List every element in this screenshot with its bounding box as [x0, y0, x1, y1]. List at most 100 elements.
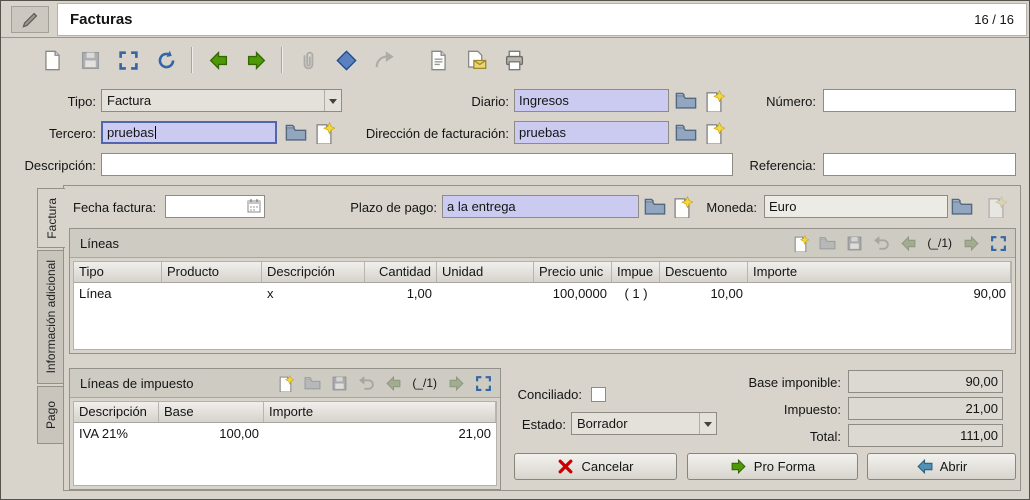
line-previous-icon[interactable]: [897, 232, 919, 254]
tax-save-icon[interactable]: [328, 372, 350, 394]
toolbar-separator: [191, 47, 193, 73]
lines-title: Líneas: [80, 235, 120, 251]
switch-view-icon[interactable]: [115, 47, 141, 73]
new-icon[interactable]: [39, 47, 65, 73]
col-descuento[interactable]: Descuento: [660, 262, 748, 282]
tercero-open-icon[interactable]: [285, 122, 307, 144]
title-bar: Facturas 16 / 16: [1, 1, 1029, 38]
line-pager[interactable]: (_/1): [924, 236, 955, 250]
line-open-icon[interactable]: [816, 232, 838, 254]
tax-next-icon[interactable]: [445, 372, 467, 394]
direccion-open-icon[interactable]: [675, 122, 697, 144]
print-icon[interactable]: [501, 47, 527, 73]
email-icon[interactable]: [463, 47, 489, 73]
lines-table-header: Tipo Producto Descripción Cantidad Unida…: [74, 262, 1011, 283]
moneda-input[interactable]: Euro: [764, 195, 948, 218]
record-counter: 16 / 16: [974, 12, 1014, 27]
abrir-button[interactable]: Abrir: [867, 453, 1016, 480]
tax-expand-icon[interactable]: [472, 372, 494, 394]
toolbar-separator: [281, 47, 283, 73]
col-tipo[interactable]: Tipo: [74, 262, 162, 282]
line-new-icon[interactable]: [789, 232, 811, 254]
diario-new-icon[interactable]: [703, 90, 725, 112]
tercero-new-icon[interactable]: [313, 122, 335, 144]
plazo-label: Plazo de pago:: [350, 200, 437, 215]
estado-value: Borrador: [577, 416, 628, 431]
tax-new-icon[interactable]: [274, 372, 296, 394]
tipo-select[interactable]: Factura: [101, 89, 342, 112]
table-row[interactable]: Línea x 1,00 100,0000 ( 1 ) 10,00 90,00: [74, 283, 1011, 304]
cancel-icon: [557, 458, 574, 475]
cancelar-label: Cancelar: [581, 459, 634, 474]
plazo-open-icon[interactable]: [644, 196, 666, 218]
tax-table-header: Descripción Base Importe: [74, 402, 496, 423]
tercero-input[interactable]: pruebas: [101, 121, 277, 144]
line-next-icon[interactable]: [960, 232, 982, 254]
col-impue[interactable]: Impue: [612, 262, 660, 282]
moneda-new-icon[interactable]: [985, 196, 1007, 218]
tax-lines-toolbar: Líneas de impuesto (_/1): [70, 369, 500, 398]
moneda-open-icon[interactable]: [951, 196, 973, 218]
attachment-icon[interactable]: [295, 47, 321, 73]
col-tax-importe[interactable]: Importe: [264, 402, 496, 422]
calendar-icon[interactable]: [246, 198, 262, 214]
tax-undo-icon[interactable]: [355, 372, 377, 394]
plazo-input[interactable]: a la entrega: [442, 195, 639, 218]
col-tax-descripcion[interactable]: Descripción: [74, 402, 159, 422]
numero-input[interactable]: [823, 89, 1016, 112]
tax-open-icon[interactable]: [301, 372, 323, 394]
conciliado-checkbox[interactable]: [591, 387, 606, 402]
action-icon[interactable]: [333, 47, 359, 73]
col-importe[interactable]: Importe: [748, 262, 1011, 282]
col-unidad[interactable]: Unidad: [437, 262, 534, 282]
previous-record-icon[interactable]: [205, 47, 231, 73]
lines-table: Tipo Producto Descripción Cantidad Unida…: [73, 261, 1012, 350]
lines-toolbar: Líneas (_/1): [70, 229, 1015, 258]
referencia-input[interactable]: [823, 153, 1016, 176]
direccion-new-icon[interactable]: [703, 122, 725, 144]
title-strip: Facturas 16 / 16: [57, 3, 1027, 36]
total-label: Total:: [809, 429, 841, 444]
abrir-label: Abrir: [939, 459, 968, 474]
line-undo-icon[interactable]: [870, 232, 892, 254]
line-expand-icon[interactable]: [987, 232, 1009, 254]
descripcion-input[interactable]: [101, 153, 733, 176]
report-icon[interactable]: [425, 47, 451, 73]
diario-value: Ingresos: [519, 93, 569, 108]
save-icon[interactable]: [77, 47, 103, 73]
cancelar-button[interactable]: Cancelar: [514, 453, 677, 480]
col-descripcion[interactable]: Descripción: [262, 262, 365, 282]
pro-forma-button[interactable]: Pro Forma: [687, 453, 858, 480]
impuesto-label: Impuesto:: [783, 402, 841, 417]
total-field: 111,00: [848, 424, 1003, 447]
tax-pager[interactable]: (_/1): [409, 376, 440, 390]
tab-pago[interactable]: Pago: [37, 386, 64, 444]
fecha-label: Fecha factura:: [73, 200, 157, 215]
moneda-value: Euro: [769, 199, 797, 214]
plazo-new-icon[interactable]: [671, 196, 693, 218]
table-row[interactable]: IVA 21% 100,00 21,00: [74, 423, 496, 444]
tab-factura[interactable]: Factura: [37, 188, 65, 248]
tax-previous-icon[interactable]: [382, 372, 404, 394]
tab-informacion-adicional[interactable]: Información adicional: [37, 250, 64, 384]
relate-icon[interactable]: [371, 47, 397, 73]
col-tax-base[interactable]: Base: [159, 402, 264, 422]
col-precio-unic[interactable]: Precio unic: [534, 262, 612, 282]
impuesto-field: 21,00: [848, 397, 1003, 420]
col-cantidad[interactable]: Cantidad: [365, 262, 437, 282]
reload-icon[interactable]: [153, 47, 179, 73]
tipo-value: Factura: [107, 93, 152, 108]
direccion-input[interactable]: pruebas: [514, 121, 669, 144]
window-tool-button[interactable]: [11, 6, 49, 33]
next-record-icon[interactable]: [243, 47, 269, 73]
diario-open-icon[interactable]: [675, 90, 697, 112]
diario-input[interactable]: Ingresos: [514, 89, 669, 112]
invoice-window: Facturas 16 / 16 Tipo: Factura Diario: I…: [0, 0, 1030, 500]
line-save-icon[interactable]: [843, 232, 865, 254]
col-producto[interactable]: Producto: [162, 262, 262, 282]
tercero-value: pruebas: [107, 125, 154, 140]
direccion-label: Dirección de facturación:: [365, 126, 509, 141]
plazo-value: a la entrega: [447, 199, 516, 214]
text-cursor: [154, 126, 156, 139]
fecha-input[interactable]: [165, 195, 265, 218]
